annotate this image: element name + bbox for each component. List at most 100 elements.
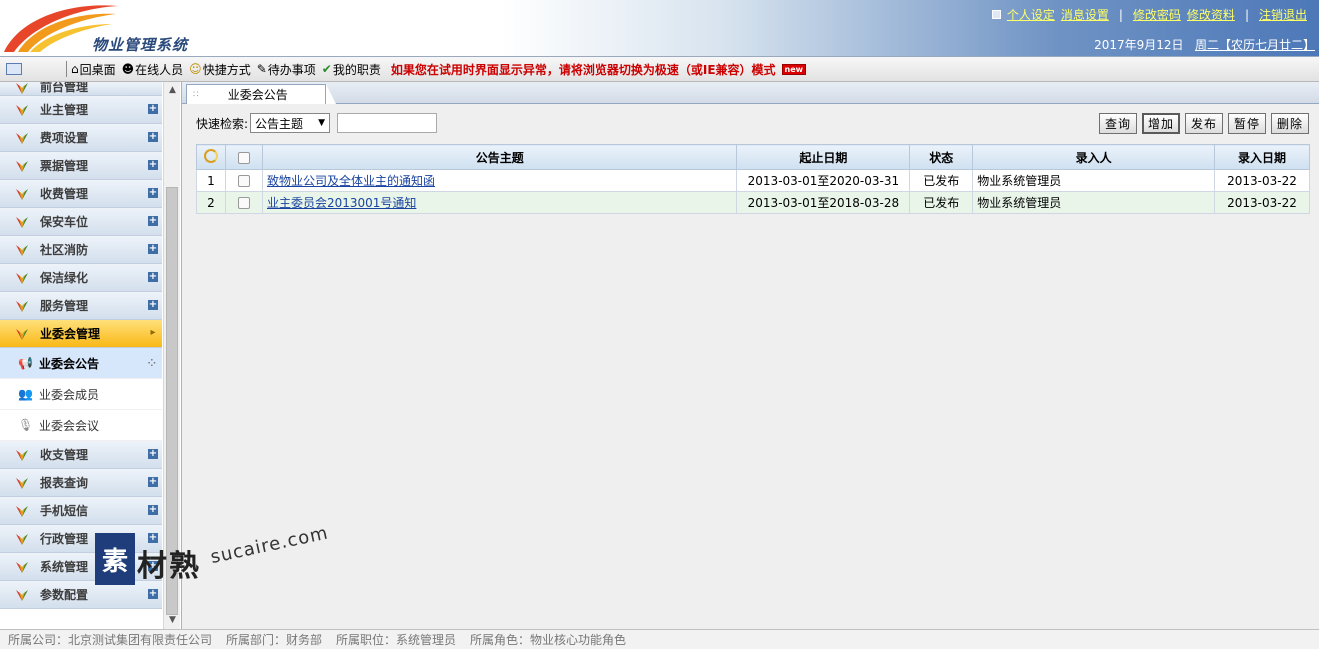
expand-plus-icon: + xyxy=(148,131,158,142)
col-author[interactable]: 录入人 xyxy=(972,144,1216,170)
sidebar-item[interactable]: 服务管理 + xyxy=(0,292,162,320)
scroll-up-arrow-icon[interactable]: ▲ xyxy=(164,82,181,99)
expand-plus-icon: + xyxy=(148,159,158,170)
toolbar-shortcuts[interactable]: ☺ 快捷方式 xyxy=(189,61,251,78)
sidebar-item[interactable]: 收费管理 + xyxy=(0,180,162,208)
butterfly-icon xyxy=(16,561,28,573)
butterfly-icon xyxy=(16,272,28,284)
butterfly-icon xyxy=(16,83,28,94)
table-row[interactable]: 2 业主委员会2013001号通知 2013-03-01至2018-03-28 … xyxy=(196,191,1310,214)
expand-plus-icon: + xyxy=(148,215,158,226)
sidebar-item[interactable]: 社区消防 + xyxy=(0,236,162,264)
select-all-checkbox[interactable] xyxy=(237,151,250,164)
sidebar-subitem-committee-notice[interactable]: 📢 业委会公告 ⁘ xyxy=(0,348,162,379)
sidebar-item[interactable]: 收支管理 + xyxy=(0,441,162,469)
personal-settings-link[interactable]: 个人设定 xyxy=(1007,6,1055,23)
separator: | xyxy=(1118,7,1123,22)
row-status: 已发布 xyxy=(909,191,974,214)
message-settings-link[interactable]: 消息设置 xyxy=(1061,6,1109,23)
sidebar-item-label: 票据管理 xyxy=(40,159,89,173)
col-title[interactable]: 公告主题 xyxy=(261,144,738,170)
row-status: 已发布 xyxy=(909,169,974,192)
search-field-value: 公告主题 xyxy=(255,116,304,131)
expand-plus-icon: + xyxy=(148,532,158,543)
change-password-link[interactable]: 修改密码 xyxy=(1133,6,1181,23)
sidebar-item[interactable]: 保洁绿化 + xyxy=(0,264,162,292)
toolbar-desktop[interactable]: ⌂ 回桌面 xyxy=(71,61,116,78)
sidebar-subitem-committee-members[interactable]: 👥 业委会成员 xyxy=(0,379,162,410)
user-settings-icon xyxy=(991,10,1001,19)
separator: | xyxy=(1244,7,1249,22)
row-checkbox[interactable] xyxy=(237,175,250,187)
tab-label: 业委会公告 xyxy=(227,88,288,102)
sidebar-item[interactable]: 票据管理 + xyxy=(0,152,162,180)
sidebar-item-front-desk[interactable]: 前台管理 xyxy=(0,82,162,96)
sidebar-item[interactable]: 行政管理 + xyxy=(0,525,162,553)
meeting-icon: 🎙 xyxy=(18,418,34,432)
scroll-down-arrow-icon[interactable]: ▼ xyxy=(164,612,181,629)
col-period[interactable]: 起止日期 xyxy=(736,144,911,170)
refresh-header[interactable] xyxy=(196,144,226,170)
todo-icon: ✎ xyxy=(256,62,267,76)
toolbar-my-duties[interactable]: ✔ 我的职责 xyxy=(322,61,381,78)
row-checkbox[interactable] xyxy=(237,197,250,209)
dropdown-arrow-icon: ▼ xyxy=(318,118,326,128)
sidebar-item[interactable]: 报表查询 + xyxy=(0,469,162,497)
expand-plus-icon: + xyxy=(148,243,158,254)
pause-button[interactable]: 暂停 xyxy=(1228,113,1266,134)
sidebar-item[interactable]: 费项设置 + xyxy=(0,124,162,152)
sidebar-item-label: 服务管理 xyxy=(40,299,89,313)
date-line: 2017年9月12日 周二【农历七月廿二】 xyxy=(1094,36,1315,53)
sidebar-item-committee[interactable]: 业委会管理 ▸ xyxy=(0,320,162,348)
tab-committee-notice[interactable]: ∷ 业委会公告 xyxy=(186,84,326,104)
expand-plus-icon: + xyxy=(148,588,158,599)
row-title-link[interactable]: 业主委员会2013001号通知 xyxy=(267,196,416,210)
sidebar-item-label: 收费管理 xyxy=(40,187,89,201)
scroll-thumb[interactable] xyxy=(166,187,178,615)
sidebar-item[interactable]: 保安车位 + xyxy=(0,208,162,236)
grip-icon: ⁘ xyxy=(147,357,156,369)
butterfly-icon xyxy=(16,449,28,461)
lunar-date-link[interactable]: 周二【农历七月廿二】 xyxy=(1195,38,1315,52)
col-entry-date[interactable]: 录入日期 xyxy=(1214,144,1310,170)
toggle-sidebar-icon[interactable] xyxy=(6,63,22,75)
sidebar-item[interactable]: 系统管理 + xyxy=(0,553,162,581)
browser-warning[interactable]: 如果您在试用时界面显示异常，请将浏览器切换为极速（或IE兼容）模式 xyxy=(391,61,776,78)
sidebar-subitem-committee-meeting[interactable]: 🎙 业委会会议 xyxy=(0,410,162,441)
grip-icon: ∷ xyxy=(193,89,199,100)
search-input[interactable] xyxy=(337,113,438,133)
query-button[interactable]: 查询 xyxy=(1098,113,1137,134)
row-checkbox-cell[interactable] xyxy=(224,169,263,192)
search-field-select[interactable]: 公告主题 ▼ xyxy=(250,113,331,133)
col-status[interactable]: 状态 xyxy=(909,144,974,170)
sidebar-scrollbar[interactable]: ▲ ▼ xyxy=(163,82,180,629)
butterfly-icon xyxy=(16,477,28,489)
select-all-header[interactable] xyxy=(224,144,263,170)
row-title-cell: 致物业公司及全体业主的通知函 xyxy=(261,169,738,192)
butterfly-icon xyxy=(16,300,28,312)
table-row[interactable]: 1 致物业公司及全体业主的通知函 2013-03-01至2020-03-31 已… xyxy=(196,169,1310,192)
expand-plus-icon: + xyxy=(148,560,158,571)
logout-link[interactable]: 注销退出 xyxy=(1259,6,1307,23)
sidebar-item-label: 费项设置 xyxy=(40,131,89,145)
butterfly-icon xyxy=(16,244,28,256)
add-button[interactable]: 增加 xyxy=(1141,113,1180,134)
refresh-icon[interactable] xyxy=(203,148,218,163)
table-header-row: 公告主题 起止日期 状态 录入人 录入日期 xyxy=(196,144,1310,170)
sidebar-item[interactable]: 参数配置 + xyxy=(0,581,162,609)
row-title-link[interactable]: 致物业公司及全体业主的通知函 xyxy=(267,174,435,188)
sidebar-item-label: 手机短信 xyxy=(40,504,89,518)
smiley-icon: ☺ xyxy=(189,62,202,76)
butterfly-icon xyxy=(16,589,28,601)
row-checkbox-cell[interactable] xyxy=(224,191,263,214)
toolbar-todo[interactable]: ✎ 待办事项 xyxy=(257,61,316,78)
sidebar-item[interactable]: 手机短信 + xyxy=(0,497,162,525)
toolbar-online-users[interactable]: ☻ 在线人员 xyxy=(122,61,184,78)
delete-button[interactable]: 删除 xyxy=(1271,113,1309,134)
expand-arrow-icon: ▸ xyxy=(150,327,156,338)
sidebar-item[interactable]: 业主管理 + xyxy=(0,96,162,124)
header: 物业管理系统 个人设定 消息设置 | 修改密码 修改资料 | 注销退出 2017… xyxy=(0,0,1319,56)
sidebar-item-label: 保安车位 xyxy=(40,215,89,229)
edit-profile-link[interactable]: 修改资料 xyxy=(1187,6,1235,23)
publish-button[interactable]: 发布 xyxy=(1185,113,1223,134)
